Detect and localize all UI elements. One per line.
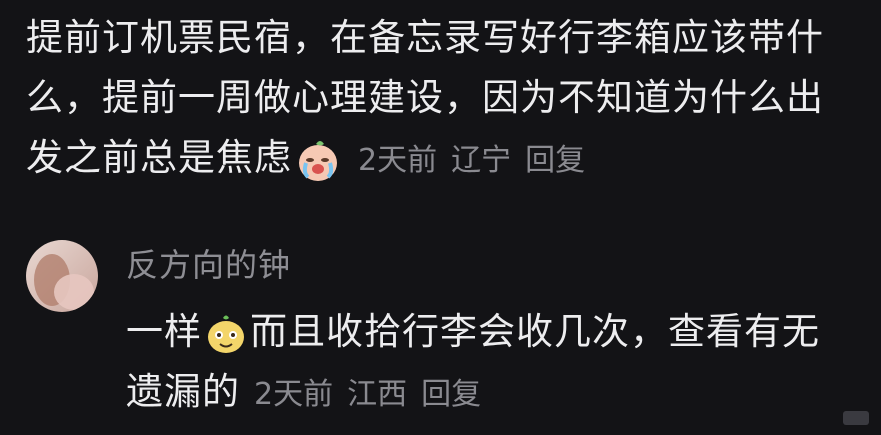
reply-text-block: 一样 而且收拾行李会收几次，查看有无遗漏的 2天前 江西 回复	[126, 302, 846, 425]
comment-text-block: 提前订机票民宿，在备忘录写好行李箱应该带什么，提前一周做心理建设，因为不知道为什…	[26, 8, 856, 191]
reply-text-start: 一样	[126, 310, 202, 353]
reply-username[interactable]: 反方向的钟	[126, 236, 846, 294]
crying-face-emoji-icon	[299, 140, 337, 181]
reply-reply-button[interactable]: 回复	[421, 377, 481, 412]
watermark-logo	[843, 411, 869, 425]
comment-location: 辽宁	[451, 143, 512, 178]
reply-time: 2天前	[254, 377, 334, 412]
reply-location: 江西	[347, 377, 408, 412]
reply-meta: 2天前 江西 回复	[240, 377, 481, 412]
sweat-smile-emoji-icon	[208, 315, 244, 353]
avatar[interactable]	[26, 240, 98, 312]
comment-time: 2天前	[358, 143, 438, 178]
reply-body: 反方向的钟 一样 而且收拾行李会收几次，查看有无遗漏的 2天前 江西 回复	[126, 236, 846, 425]
comment-meta: 2天前 辽宁 回复	[344, 143, 585, 178]
reply-button[interactable]: 回复	[525, 143, 585, 178]
comment-item: 提前订机票民宿，在备忘录写好行李箱应该带什么，提前一周做心理建设，因为不知道为什…	[26, 8, 856, 191]
avatar-image-icon	[26, 240, 98, 312]
